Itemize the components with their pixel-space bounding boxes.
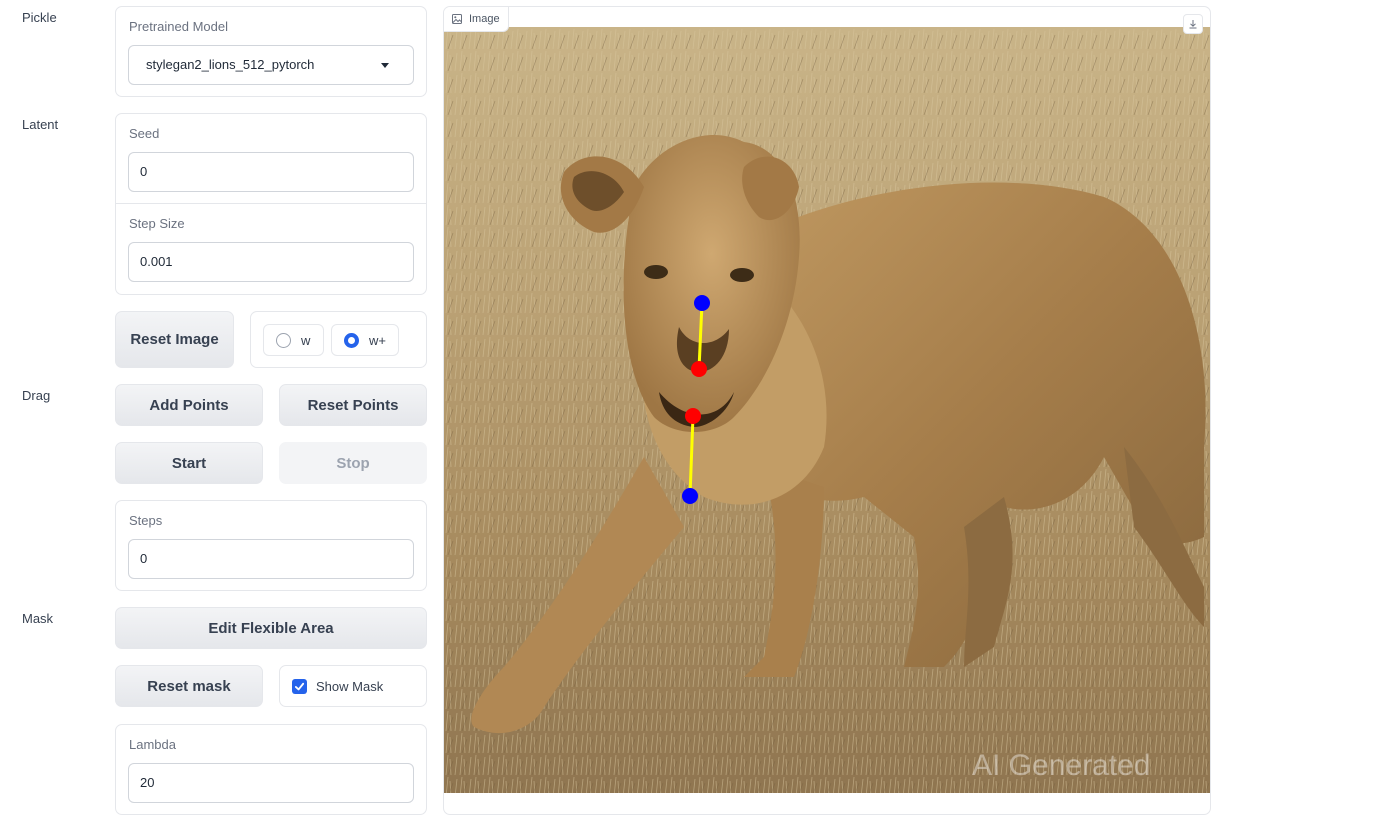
seed-label: Seed	[129, 126, 160, 141]
radio-label-w: w	[301, 332, 311, 348]
pretrained-model-label: Pretrained Model	[129, 19, 228, 34]
image-icon	[452, 14, 462, 24]
caret-down-icon	[381, 63, 389, 68]
section-label-pickle: Pickle	[22, 10, 57, 25]
section-label-latent: Latent	[22, 117, 59, 132]
step-size-label: Step Size	[129, 216, 185, 231]
watermark-text: AI Generated	[972, 749, 1150, 782]
show-mask-checkbox[interactable]: Show Mask	[279, 665, 427, 707]
reset-mask-button[interactable]: Reset mask	[115, 665, 263, 707]
image-tag: Image	[444, 7, 509, 32]
image-panel: Image AI Generated	[443, 6, 1211, 815]
pretrained-model-dropdown[interactable]: stylegan2_lions_512_pytorch	[128, 45, 414, 85]
handle-point-2	[685, 408, 701, 424]
stop-button[interactable]: Stop	[279, 442, 427, 484]
checkbox-checked-icon	[292, 678, 307, 694]
seed-input[interactable]: 0	[128, 152, 414, 192]
reset-image-button[interactable]: Reset Image	[115, 311, 234, 368]
pretrained-model-value: stylegan2_lions_512_pytorch	[146, 57, 315, 72]
lambda-label: Lambda	[129, 737, 176, 752]
section-label-drag: Drag	[22, 388, 51, 403]
radio-checked-icon	[344, 332, 359, 348]
steps-label: Steps	[129, 513, 163, 528]
step-size-input[interactable]: 0.001	[128, 242, 414, 282]
radio-label-w-plus: w+	[369, 332, 386, 348]
radio-unchecked-icon	[276, 332, 291, 348]
lambda-block: Lambda 20	[115, 724, 427, 815]
show-mask-label: Show Mask	[316, 678, 384, 694]
target-point-1	[694, 295, 710, 311]
steps-input[interactable]: 0	[128, 539, 414, 579]
section-label-mask: Mask	[22, 611, 54, 626]
latent-space-radio-group: w w+	[250, 311, 427, 368]
generated-image-canvas[interactable]: AI Generated	[444, 27, 1210, 793]
divider	[116, 203, 426, 204]
radio-option-w[interactable]: w	[263, 324, 324, 356]
download-icon	[1189, 20, 1197, 29]
handle-point-1	[691, 361, 707, 377]
download-button[interactable]	[1183, 14, 1203, 34]
lambda-input[interactable]: 20	[128, 763, 414, 803]
steps-block: Steps 0	[115, 500, 427, 591]
pretrained-model-block: Pretrained Model stylegan2_lions_512_pyt…	[115, 6, 427, 97]
radio-option-w-plus[interactable]: w+	[331, 324, 399, 356]
image-tag-label: Image	[469, 13, 500, 25]
reset-points-button[interactable]: Reset Points	[279, 384, 427, 426]
edit-flexible-area-button[interactable]: Edit Flexible Area	[115, 607, 427, 649]
target-point-2	[682, 488, 698, 504]
latent-params-block: Seed 0 Step Size 0.001	[115, 113, 427, 295]
start-button[interactable]: Start	[115, 442, 263, 484]
add-points-button[interactable]: Add Points	[115, 384, 263, 426]
